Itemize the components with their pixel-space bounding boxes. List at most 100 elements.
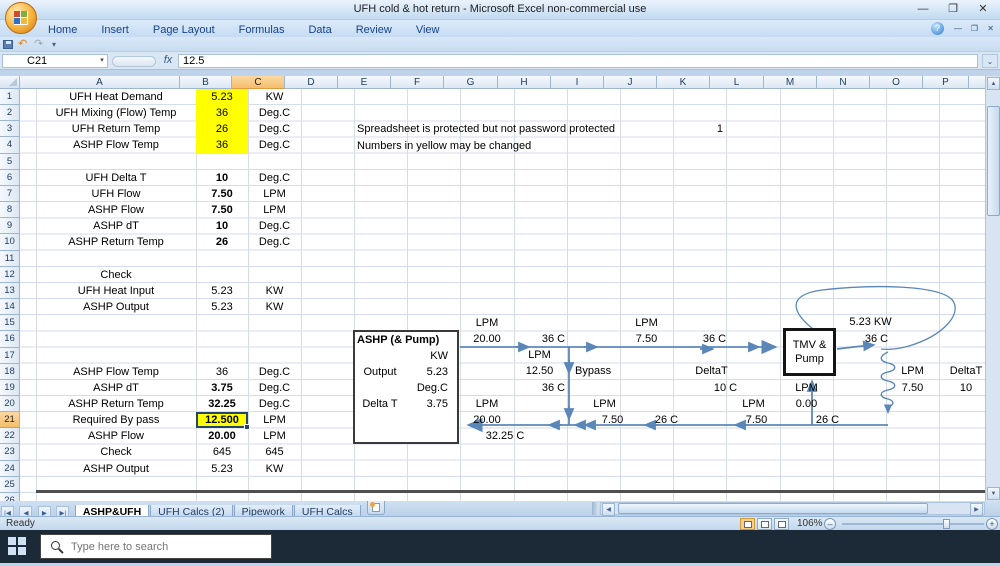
qat-customize-icon[interactable]: ▾: [52, 38, 56, 51]
cell-label[interactable]: ASHP Return Temp: [36, 234, 196, 250]
cell-unit[interactable]: [248, 154, 301, 170]
cell-value[interactable]: 32.25: [196, 396, 248, 412]
row-header[interactable]: 15: [0, 315, 20, 332]
cell-value[interactable]: 10: [196, 170, 248, 186]
cell-label[interactable]: [36, 493, 196, 501]
row-header[interactable]: 18: [0, 363, 20, 380]
cell-unit[interactable]: Deg.C: [248, 105, 301, 121]
scroll-down-icon[interactable]: ▼: [987, 487, 1000, 500]
column-header[interactable]: D: [285, 76, 338, 89]
cell-label[interactable]: [36, 315, 196, 331]
cell-unit[interactable]: KW: [248, 283, 301, 299]
formula-input[interactable]: [178, 54, 978, 68]
row-header[interactable]: 1: [0, 89, 20, 106]
insert-worksheet-icon[interactable]: [367, 501, 386, 515]
ribbon-tab[interactable]: Review: [344, 22, 404, 36]
insert-function-icon[interactable]: fx: [160, 54, 176, 68]
undo-icon[interactable]: ↶: [18, 38, 27, 51]
cell-unit[interactable]: 645: [248, 444, 301, 460]
row-header[interactable]: 6: [0, 169, 20, 186]
close-button[interactable]: ✕: [968, 0, 998, 19]
zoom-in-icon[interactable]: +: [986, 518, 998, 530]
row-header[interactable]: 12: [0, 266, 20, 283]
cell-value[interactable]: 7.50: [196, 202, 248, 218]
help-icon[interactable]: ?: [931, 22, 944, 35]
row-header[interactable]: 26: [0, 492, 20, 501]
row-header[interactable]: 13: [0, 282, 20, 300]
redo-icon[interactable]: ↷: [34, 38, 43, 51]
column-header[interactable]: B: [180, 76, 232, 89]
row-header[interactable]: 21: [0, 412, 20, 429]
cell-value[interactable]: 36: [196, 364, 248, 380]
row-header[interactable]: 23: [0, 444, 20, 461]
cell-label[interactable]: ASHP Output: [36, 299, 196, 315]
cell-label[interactable]: UFH Return Temp: [36, 121, 196, 137]
row-header[interactable]: 19: [0, 379, 20, 396]
cell-unit[interactable]: Deg.C: [248, 380, 301, 396]
vertical-scrollbar[interactable]: ▲ ▼: [985, 76, 1000, 501]
column-header[interactable]: F: [391, 76, 444, 89]
column-header[interactable]: J: [604, 76, 657, 89]
cell-value[interactable]: [196, 251, 248, 267]
row-header[interactable]: 8: [0, 202, 20, 219]
cell-value[interactable]: 645: [196, 444, 248, 460]
search-input[interactable]: [71, 538, 266, 555]
column-header[interactable]: A: [20, 76, 180, 89]
ribbon-tab[interactable]: Home: [36, 22, 89, 36]
horizontal-scrollbar[interactable]: ◀ ▶: [600, 502, 985, 516]
column-header[interactable]: G: [444, 76, 498, 89]
workbook-close-icon[interactable]: ✕: [987, 24, 994, 33]
cell-label[interactable]: UFH Heat Input: [36, 283, 196, 299]
horizontal-scroll-thumb[interactable]: [618, 503, 928, 514]
ribbon-tab[interactable]: Formulas: [227, 22, 297, 36]
workbook-restore-icon[interactable]: ❐: [971, 24, 978, 33]
cell-value[interactable]: 20.00: [196, 428, 248, 444]
minimize-button[interactable]: —: [908, 0, 938, 19]
cell-label[interactable]: [36, 251, 196, 267]
cell-value[interactable]: [196, 331, 248, 347]
cell-value[interactable]: 5.23: [196, 299, 248, 315]
column-header[interactable]: L: [710, 76, 764, 89]
cell-label[interactable]: UFH Heat Demand: [36, 89, 196, 105]
cell-value[interactable]: [196, 348, 248, 364]
cell-label[interactable]: UFH Mixing (Flow) Temp: [36, 105, 196, 121]
cell-unit[interactable]: Deg.C: [248, 121, 301, 137]
row-header[interactable]: 2: [0, 105, 20, 122]
column-header[interactable]: O: [870, 76, 923, 89]
row-header[interactable]: 7: [0, 185, 20, 203]
zoom-level[interactable]: 106%: [797, 518, 823, 529]
cell-label[interactable]: ASHP Flow Temp: [36, 364, 196, 380]
cell-unit[interactable]: LPM: [248, 412, 301, 428]
row-header[interactable]: 20: [0, 395, 20, 413]
cell-label[interactable]: ASHP Output: [36, 461, 196, 477]
row-header[interactable]: 9: [0, 218, 20, 235]
office-button[interactable]: [5, 2, 37, 34]
cell-label[interactable]: ASHP Return Temp: [36, 396, 196, 412]
workbook-minimize-icon[interactable]: —: [954, 24, 962, 33]
cell-value[interactable]: 5.23: [196, 283, 248, 299]
cell-unit[interactable]: [248, 331, 301, 347]
vertical-scroll-thumb[interactable]: [987, 106, 1000, 216]
save-icon[interactable]: [3, 40, 13, 49]
cell-label[interactable]: [36, 331, 196, 347]
cell-unit[interactable]: KW: [248, 461, 301, 477]
cell-unit[interactable]: KW: [248, 89, 301, 105]
row-header[interactable]: 11: [0, 250, 20, 267]
cell-label[interactable]: ASHP Flow: [36, 202, 196, 218]
page-layout-view-button[interactable]: [757, 518, 772, 530]
row-header[interactable]: 16: [0, 331, 20, 348]
name-box-dropdown-icon[interactable]: ▾: [96, 54, 108, 68]
column-header[interactable]: N: [817, 76, 870, 89]
column-header[interactable]: I: [551, 76, 604, 89]
cell-unit[interactable]: Deg.C: [248, 170, 301, 186]
cell-unit[interactable]: KW: [248, 299, 301, 315]
row-header[interactable]: 5: [0, 153, 20, 170]
cell-label[interactable]: Check: [36, 267, 196, 283]
cell-unit[interactable]: Deg.C: [248, 234, 301, 250]
cell-unit[interactable]: Deg.C: [248, 137, 301, 153]
cell-value[interactable]: 36: [196, 105, 248, 122]
row-header[interactable]: 4: [0, 137, 20, 154]
cell-label[interactable]: ASHP dT: [36, 380, 196, 396]
row-header[interactable]: 3: [0, 121, 20, 138]
cell-value[interactable]: [196, 493, 248, 501]
